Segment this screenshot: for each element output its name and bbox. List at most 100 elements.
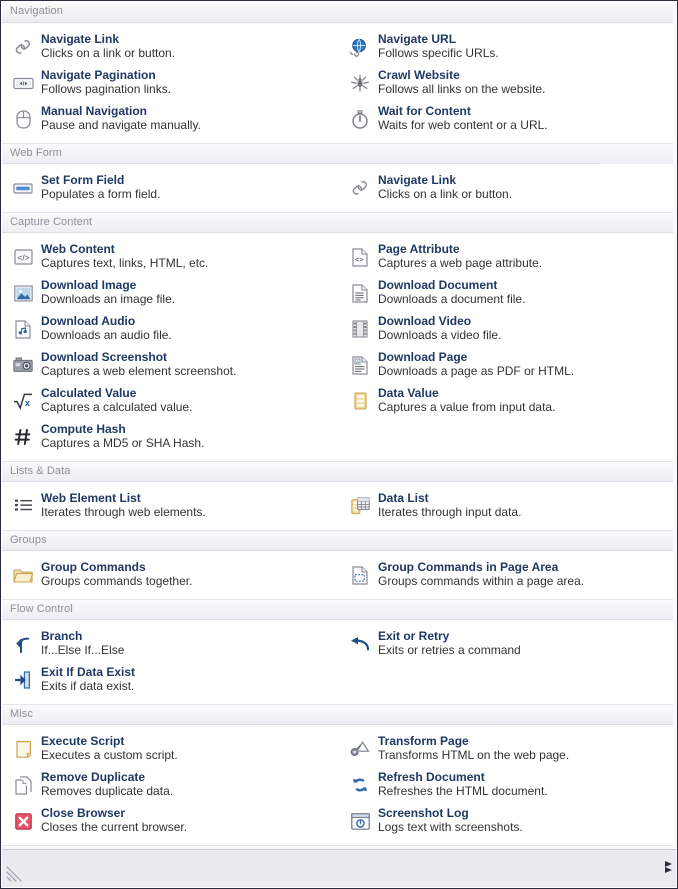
command-item[interactable]: <> Page Attribute Captures a web page attr… xyxy=(339,239,676,275)
command-item[interactable]: Compute Hash Captures a MD5 or SHA Hash. xyxy=(2,419,339,455)
audio-icon xyxy=(12,317,34,341)
page-attribute-icon: <> xyxy=(349,245,371,269)
command-title: Close Browser xyxy=(41,806,126,820)
section-header: Web Form xyxy=(2,143,676,164)
command-item[interactable]: Screenshot Log Logs text with screenshots… xyxy=(339,803,676,839)
command-title: Transform Page xyxy=(378,734,469,748)
section-body: Navigate Link Clicks on a link or button.… xyxy=(2,23,676,143)
command-description: Waits for web content or a URL. xyxy=(378,118,548,132)
command-item[interactable]: Navigate Link Clicks on a link or button. xyxy=(339,170,676,206)
command-title: Screenshot Log xyxy=(378,806,469,820)
svg-text:x: x xyxy=(25,398,30,408)
command-title: Group Commands in Page Area xyxy=(378,560,559,574)
command-description: Captures text, links, HTML, etc. xyxy=(41,256,209,270)
resize-grip-icon[interactable] xyxy=(6,866,24,884)
command-title: Data List xyxy=(378,491,429,505)
command-item[interactable]: Data List Iterates through input data. xyxy=(339,488,676,524)
command-text: Data List Iterates through input data. xyxy=(378,491,521,520)
command-item[interactable]: Web Element List Iterates through web ele… xyxy=(2,488,339,524)
section-header: Flow Control xyxy=(2,599,676,620)
command-title: Download Document xyxy=(378,278,498,292)
command-title: Crawl Website xyxy=(378,68,460,82)
page-area-icon xyxy=(349,563,371,587)
command-title: Set Form Field xyxy=(41,173,125,187)
command-item[interactable]: Download Image Downloads an image file. xyxy=(2,275,339,311)
window-bottom-strip xyxy=(2,849,676,887)
command-title: Navigate Link xyxy=(41,32,120,46)
exit-data-icon xyxy=(12,668,34,692)
command-item[interactable]: </> Web Content Captures text, links, HTML… xyxy=(2,239,339,275)
command-text: Download Image Downloads an image file. xyxy=(41,278,175,307)
command-description: Removes duplicate data. xyxy=(41,784,174,798)
duplicate-icon xyxy=(12,773,34,797)
command-item[interactable]: Navigate Link Clicks on a link or button. xyxy=(2,29,339,65)
command-item[interactable]: Wait for Content Waits for web content or… xyxy=(339,101,676,137)
command-description: Executes a custom script. xyxy=(41,748,178,762)
command-text: Crawl Website Follows all links on the we… xyxy=(378,68,545,97)
section-header: Capture Content xyxy=(2,212,676,233)
hash-icon xyxy=(12,425,34,449)
command-description: Downloads an audio file. xyxy=(41,328,172,342)
folder-icon xyxy=(12,563,34,587)
command-title: Navigate Pagination xyxy=(41,68,156,82)
command-title: Manual Navigation xyxy=(41,104,148,118)
command-item[interactable]: Remove Duplicate Removes duplicate data. xyxy=(2,767,339,803)
command-item[interactable]: Refresh Document Refreshes the HTML docum… xyxy=(339,767,676,803)
section-body: Group Commands Groups commands together. G… xyxy=(2,551,676,599)
command-item[interactable]: Group Commands Groups commands together. xyxy=(2,557,339,593)
command-item[interactable]: Exit or Retry Exits or retries a command xyxy=(339,626,676,662)
link-icon xyxy=(349,176,371,200)
command-description: Captures a web element screenshot. xyxy=(41,364,237,378)
spider-icon xyxy=(349,71,371,95)
command-description: Closes the current browser. xyxy=(41,820,188,834)
command-item[interactable]: Group Commands in Page Area Groups comman… xyxy=(339,557,676,593)
mouse-icon xyxy=(12,107,34,131)
command-text: Wait for Content Waits for web content or… xyxy=(378,104,548,133)
command-description: Follows specific URLs. xyxy=(378,46,499,60)
command-item[interactable]: Execute Script Executes a custom script. xyxy=(2,731,339,767)
command-item[interactable]: Manual Navigation Pause and navigate manu… xyxy=(2,101,339,137)
command-item[interactable]: Transform Page Transforms HTML on the web… xyxy=(339,731,676,767)
command-title: Wait for Content xyxy=(378,104,471,118)
command-text: Set Form Field Populates a form field. xyxy=(41,173,160,202)
command-item[interactable]: Branch If...Else If...Else xyxy=(2,626,339,662)
command-item[interactable]: Navigate Pagination Follows pagination li… xyxy=(2,65,339,101)
command-text: Exit If Data Exist Exits if data exist. xyxy=(41,665,135,694)
command-title: Download Image xyxy=(41,278,137,292)
command-item[interactable]: Set Form Field Populates a form field. xyxy=(2,170,339,206)
section-header: Groups xyxy=(2,530,676,551)
command-item[interactable]: x Calculated Value Captures a calculated v… xyxy=(2,383,339,419)
command-description: Iterates through input data. xyxy=(378,505,522,519)
command-description: Groups commands within a page area. xyxy=(378,574,585,588)
document-icon xyxy=(349,281,371,305)
command-text: Navigate Link Clicks on a link or button. xyxy=(41,32,175,61)
command-item[interactable]: Download Video Downloads a video file. xyxy=(339,311,676,347)
command-item[interactable]: Data Value Captures a value from input da… xyxy=(339,383,676,419)
section-header: Lists & Data xyxy=(2,461,676,482)
command-item[interactable]: Download Document Downloads a document fi… xyxy=(339,275,676,311)
scroll-corner-arrow-icon[interactable] xyxy=(663,860,675,874)
camera-icon xyxy=(12,353,34,377)
command-item[interactable]: Crawl Website Follows all links on the we… xyxy=(339,65,676,101)
command-item[interactable]: Download Screenshot Captures a web elemen… xyxy=(2,347,339,383)
command-text: Screenshot Log Logs text with screenshots… xyxy=(378,806,523,835)
command-title: Remove Duplicate xyxy=(41,770,146,784)
command-title: Refresh Document xyxy=(378,770,485,784)
command-text: Navigate Pagination Follows pagination li… xyxy=(41,68,171,97)
command-item[interactable]: Exit If Data Exist Exits if data exist. xyxy=(2,662,339,698)
command-description: Refreshes the HTML document. xyxy=(378,784,548,798)
command-text: Web Content Captures text, links, HTML, e… xyxy=(41,242,208,271)
section-header: Navigation xyxy=(2,2,676,23)
command-grid: Execute Script Executes a custom script. T… xyxy=(2,731,676,839)
command-title: Web Element List xyxy=(41,491,141,505)
command-title: Exit or Retry xyxy=(378,629,450,643)
command-description: Clicks on a link or button. xyxy=(378,187,513,201)
command-item[interactable]: Navigate URL Follows specific URLs. xyxy=(339,29,676,65)
command-text: Transform Page Transforms HTML on the web… xyxy=(378,734,569,763)
command-list-panel[interactable]: Navigation Navigate Link Clicks on a link … xyxy=(2,2,676,887)
command-title: Branch xyxy=(41,629,83,643)
command-description: Pause and navigate manually. xyxy=(41,118,201,132)
command-item[interactable]: Close Browser Closes the current browser. xyxy=(2,803,339,839)
command-item[interactable]: A Download Page Downloads a page as PDF or… xyxy=(339,347,676,383)
command-item[interactable]: Download Audio Downloads an audio file. xyxy=(2,311,339,347)
